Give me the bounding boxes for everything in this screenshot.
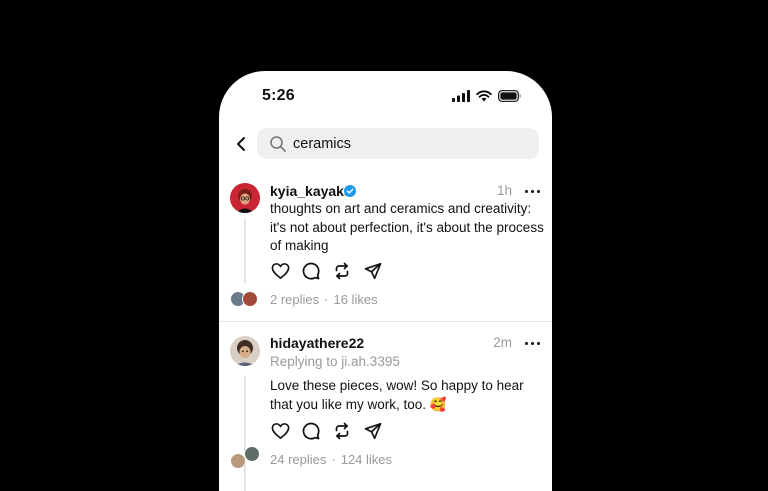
signal-icon	[452, 90, 470, 102]
more-options-button[interactable]	[522, 335, 542, 351]
chevron-left-icon	[237, 137, 245, 151]
like-button[interactable]	[270, 421, 290, 441]
post-stats: 24 replies · 124 likes	[270, 452, 392, 467]
status-time: 5:26	[262, 87, 295, 104]
more-dot-icon	[536, 341, 540, 345]
repost-button[interactable]	[332, 261, 352, 281]
more-dot-icon	[524, 189, 528, 193]
post-actions	[270, 421, 383, 441]
share-button[interactable]	[363, 261, 383, 281]
battery-icon	[498, 90, 521, 102]
avatar[interactable]	[230, 336, 260, 366]
phone-screen: 5:26 ceramics kyia_kayaks 1h thoughts on…	[219, 71, 552, 491]
repost-button[interactable]	[332, 421, 352, 441]
heart-icon	[271, 263, 289, 279]
status-bar: 5:26	[219, 71, 552, 121]
replier-avatar	[244, 446, 260, 462]
search-row	[219, 127, 552, 161]
username[interactable]: kyia_kayaks	[270, 183, 352, 199]
comment-icon	[302, 262, 320, 280]
replying-to-label[interactable]: Replying to ji.ah.3395	[270, 354, 400, 369]
post-time: 2m	[493, 335, 512, 350]
more-dot-icon	[530, 341, 534, 345]
thread-post: kyia_kayaks 1h thoughts on art and ceram…	[219, 171, 552, 321]
post-text: thoughts on art and ceramics and creativ…	[270, 201, 544, 253]
thread-line	[244, 376, 246, 491]
replier-avatar	[242, 291, 258, 307]
thread-line	[244, 219, 246, 283]
avatar[interactable]	[230, 183, 260, 213]
back-button[interactable]	[229, 132, 253, 156]
repost-icon	[335, 422, 349, 440]
send-icon	[364, 422, 382, 440]
thread-post: hidayathere22 2m Replying to ji.ah.3395 …	[219, 322, 552, 491]
verified-icon	[344, 185, 356, 197]
search-icon	[269, 135, 287, 153]
likes-count[interactable]: 16 likes	[333, 292, 377, 307]
post-time: 1h	[496, 183, 512, 198]
more-dot-icon	[536, 189, 540, 193]
likes-count[interactable]: 124 likes	[341, 452, 392, 467]
stats-separator: ·	[331, 452, 336, 467]
replies-count[interactable]: 2 replies	[270, 292, 319, 307]
replier-avatars	[230, 291, 260, 307]
send-icon	[364, 262, 382, 280]
comment-icon	[302, 422, 320, 440]
post-actions	[270, 261, 383, 281]
wifi-icon	[476, 90, 492, 102]
share-button[interactable]	[363, 421, 383, 441]
more-dot-icon	[524, 341, 528, 345]
search-box[interactable]	[257, 128, 539, 159]
heart-icon	[271, 423, 289, 439]
replies-count[interactable]: 24 replies	[270, 452, 326, 467]
more-options-button[interactable]	[522, 183, 542, 199]
stats-separator: ·	[324, 292, 329, 307]
more-dot-icon	[530, 189, 534, 193]
status-icons	[452, 90, 522, 102]
search-input[interactable]	[293, 135, 523, 152]
like-button[interactable]	[270, 261, 290, 281]
post-text: Love these pieces, wow! So happy to hear…	[270, 378, 524, 412]
reply-button[interactable]	[301, 421, 321, 441]
repost-icon	[335, 262, 349, 280]
post-stats: 2 replies · 16 likes	[270, 292, 378, 307]
username[interactable]: hidayathere22	[270, 335, 364, 351]
reply-button[interactable]	[301, 261, 321, 281]
